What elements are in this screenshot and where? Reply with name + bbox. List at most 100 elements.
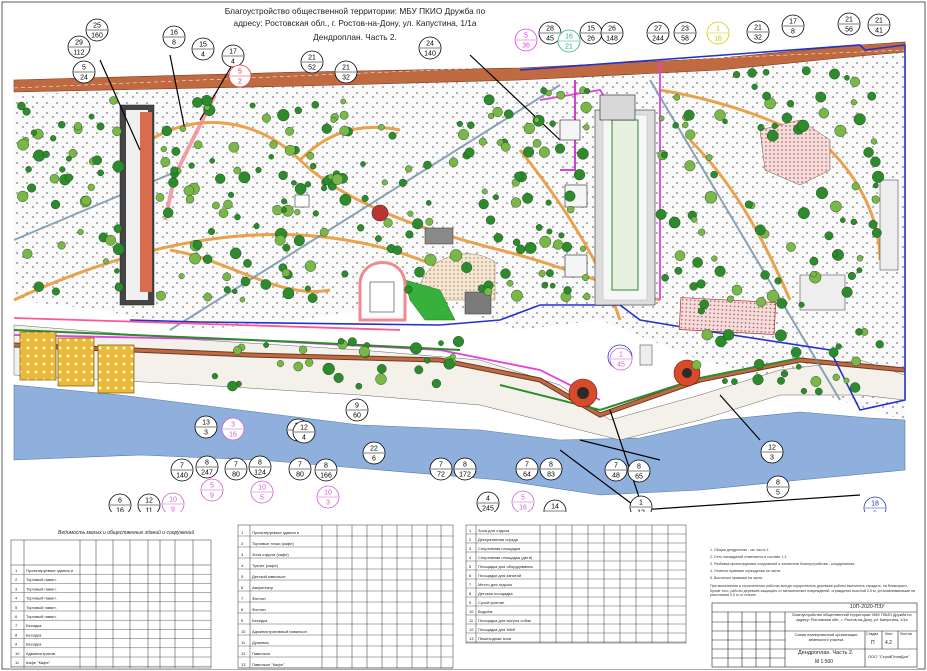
tree-symbol	[211, 373, 219, 380]
tree-callout: 59	[200, 478, 224, 502]
tree-symbol	[193, 140, 203, 150]
tree-symbol	[449, 353, 456, 360]
tree-callout: 52	[228, 64, 252, 88]
tree-symbol	[493, 233, 503, 243]
callout-count: 172	[459, 472, 471, 479]
table-row-number: 12	[469, 627, 474, 632]
tree-symbol	[747, 68, 757, 78]
tree-symbol	[203, 292, 212, 302]
tree-symbol	[835, 343, 842, 350]
table-row-label: Торговый павил.	[26, 586, 57, 591]
callout-species: 5	[238, 69, 242, 76]
callout-count: 112	[73, 50, 84, 57]
callout-species: 10	[169, 497, 177, 504]
tree-symbol	[832, 251, 838, 257]
table-row-label: Торговый павил.	[26, 596, 57, 601]
table-row-number: 10	[241, 629, 246, 634]
tree-symbol	[22, 248, 33, 259]
tree-symbol	[829, 68, 840, 80]
tree-symbol	[243, 259, 252, 268]
tree-symbol	[398, 178, 407, 187]
table-row-label: Проектируемые здания и	[26, 568, 73, 573]
table-row-label: Душевая	[252, 640, 269, 645]
callout-species: 8	[258, 460, 262, 467]
table-row-label: Торговый павил.	[26, 605, 57, 610]
callout-species: 1	[619, 352, 623, 359]
tree-symbol	[545, 199, 552, 206]
table-row-label: Кафе "Кафе"	[26, 660, 51, 665]
tree-symbol	[582, 274, 590, 282]
tree-symbol	[185, 195, 195, 204]
callout-count: 83	[547, 472, 555, 479]
callout-count: 2	[238, 79, 242, 86]
callout-species: 5	[524, 33, 528, 40]
title-block-sheet-header: Лист	[885, 632, 893, 636]
tree-symbol	[376, 363, 387, 374]
callout-count: 65	[635, 474, 643, 481]
callout-count: 26	[587, 36, 595, 43]
table-row-label: Торговые точки (кафе)	[252, 541, 295, 546]
tree-symbol	[183, 185, 195, 196]
table-row-label: Спортивная площадка (дети)	[478, 555, 533, 560]
tree-symbol	[306, 151, 315, 160]
callout-count: 4	[201, 52, 205, 59]
tree-symbol	[870, 156, 881, 168]
callout-count: 32	[754, 35, 762, 42]
tree-symbol	[757, 123, 765, 131]
tree-symbol	[771, 122, 778, 130]
tree-symbol	[573, 169, 586, 181]
tree-symbol	[25, 166, 32, 173]
tree-symbol	[483, 287, 493, 296]
table-row-label: Площадка для МАФ	[478, 627, 515, 632]
callout-species: 15	[587, 26, 595, 33]
tree-symbol	[691, 216, 698, 223]
tree-symbol	[815, 387, 823, 396]
tree-symbol	[704, 191, 718, 204]
tree-symbol	[312, 210, 319, 217]
tree-symbol	[425, 200, 432, 206]
dendroplan-map: 2516029112524168 154 174522152 213224140536…	[1, 1, 926, 670]
tree-symbol	[847, 271, 856, 280]
tree-symbol	[189, 252, 201, 265]
tree-symbol	[816, 186, 829, 199]
tree-symbol	[294, 182, 307, 195]
tree-symbol	[423, 160, 432, 170]
tree-callout: 2132	[746, 20, 770, 44]
tree-callout: 316	[221, 417, 245, 441]
callout-count: 72	[437, 472, 445, 479]
tree-callout: 178	[781, 14, 805, 38]
tree-callout: 865	[627, 459, 651, 483]
tree-symbol	[222, 272, 232, 282]
tree-symbol	[311, 101, 320, 109]
tree-symbol	[766, 129, 779, 142]
table-row-label: Административный павильон	[252, 629, 307, 634]
left-promenade	[119, 104, 155, 306]
tree-symbol	[112, 160, 125, 173]
tree-symbol	[870, 138, 878, 145]
tree-symbol	[756, 297, 767, 308]
tree-symbol	[321, 123, 332, 134]
tree-callout: 226	[362, 441, 386, 465]
callout-species: 8	[637, 464, 641, 471]
callout-species: 14	[551, 504, 559, 511]
tree-symbol	[810, 376, 822, 387]
drawing-title-line1: Благоустройство общественной территории:…	[224, 6, 486, 16]
tree-symbol	[281, 268, 291, 277]
tree-symbol	[843, 377, 850, 384]
tree-symbol	[162, 207, 174, 219]
tree-callout: 780	[288, 457, 312, 481]
tree-symbol	[42, 150, 50, 158]
tree-symbol	[223, 199, 233, 210]
tree-symbol	[798, 207, 810, 220]
tree-symbol	[674, 250, 686, 261]
table-row-label: Место для отдыха	[478, 582, 513, 587]
tree-symbol	[233, 166, 242, 175]
tree-symbol	[535, 224, 543, 231]
tree-symbol	[751, 83, 758, 90]
tree-symbol	[109, 96, 118, 105]
callout-count: 16	[519, 505, 527, 512]
tree-symbol	[795, 363, 802, 370]
table-row-label: Беседка	[252, 618, 268, 623]
title-block-section: Схема планировочной организации земельно…	[794, 633, 858, 642]
tree-symbol	[689, 282, 698, 291]
